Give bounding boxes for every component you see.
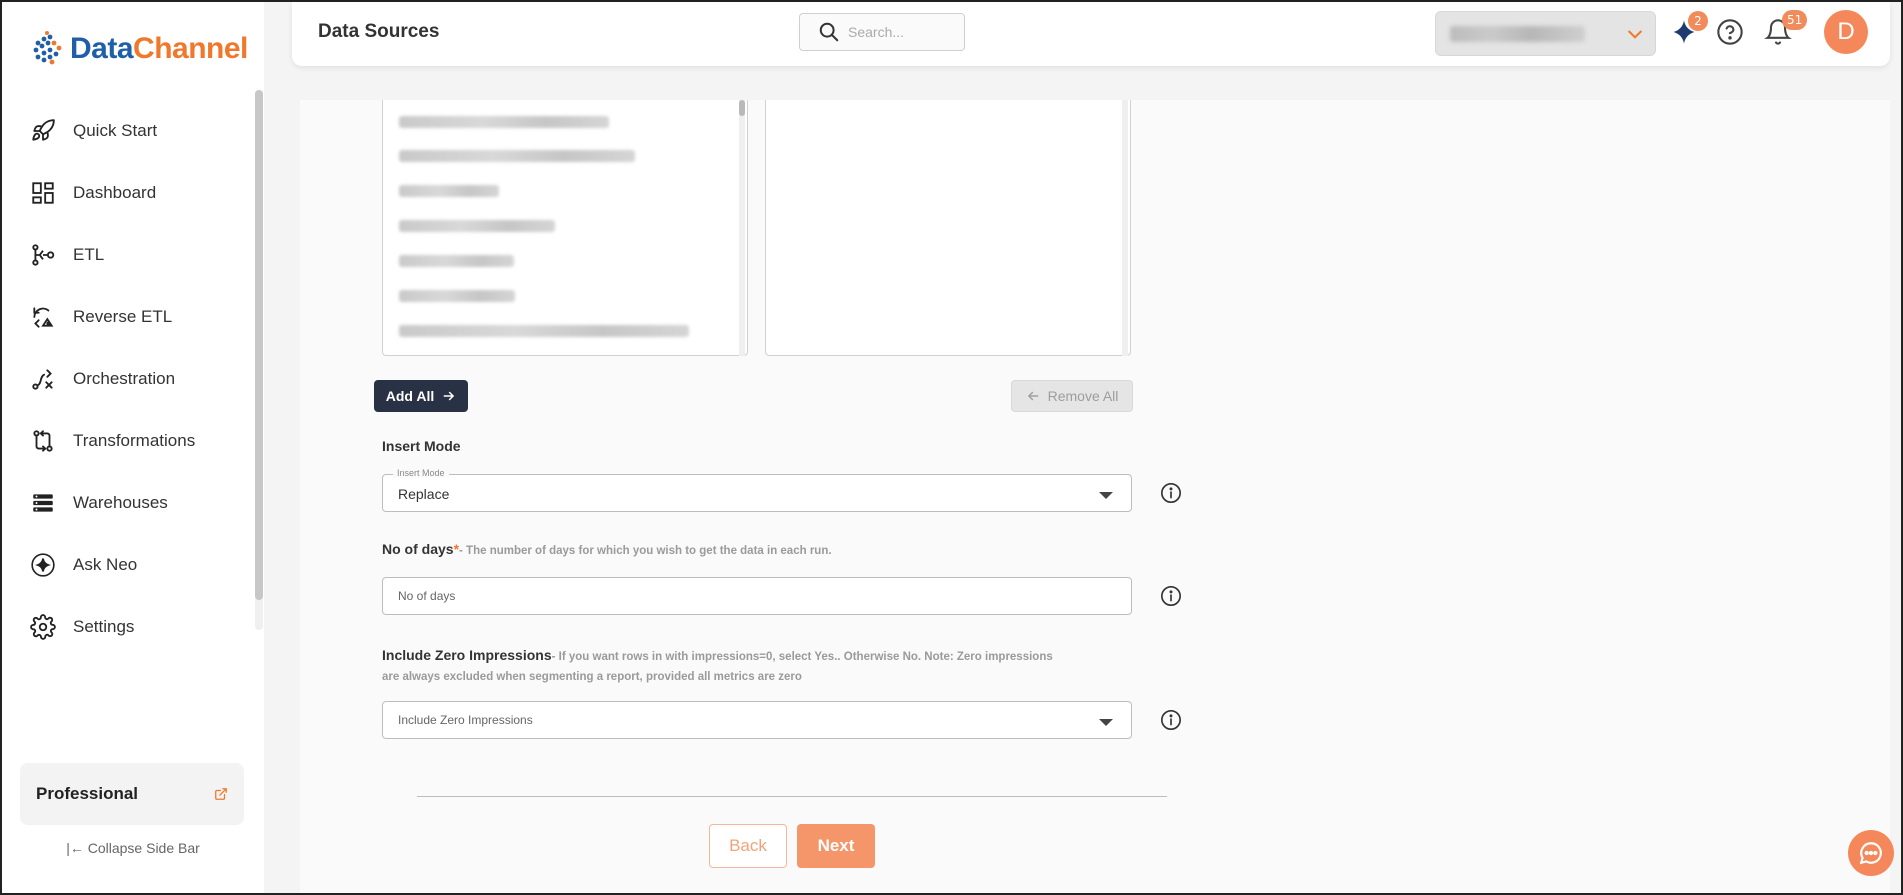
insert-mode-select[interactable]: Insert Mode Replace — [382, 468, 1132, 512]
list-item[interactable] — [399, 150, 635, 162]
sidebar-item-etl[interactable]: ETL — [2, 224, 254, 286]
search-box[interactable] — [799, 13, 965, 51]
dropdown-caret-icon — [1099, 492, 1113, 499]
reverse-etl-icon — [33, 307, 54, 328]
sidebar: DataChannel Quick Start Dashboard ETL Re… — [2, 2, 264, 893]
sidebar-item-settings[interactable]: Settings — [2, 596, 254, 658]
transformations-icon — [33, 430, 53, 452]
no-of-days-input[interactable]: No of days — [382, 577, 1132, 615]
main-content: Add All Remove All Insert Mode Insert Mo… — [300, 100, 1890, 893]
search-input[interactable] — [848, 24, 948, 40]
zero-impressions-placeholder: Include Zero Impressions — [398, 713, 533, 727]
list-scrollbar[interactable] — [1122, 100, 1128, 356]
logo-mark-icon — [33, 31, 62, 65]
insert-mode-value: Replace — [398, 486, 450, 502]
zero-impressions-heading: Include Zero Impressions- If you want ro… — [382, 646, 1102, 686]
list-item[interactable] — [399, 325, 689, 337]
logo-text-data: Data — [70, 32, 134, 65]
sidebar-item-dashboard[interactable]: Dashboard — [2, 162, 254, 224]
form-divider — [417, 796, 1167, 797]
page-title: Data Sources — [318, 21, 440, 42]
sidebar-scrollbar[interactable] — [255, 90, 263, 630]
sidebar-item-label: Orchestration — [73, 369, 176, 388]
insert-mode-heading: Insert Mode — [382, 438, 461, 454]
no-of-days-heading: No of days*- The number of days for whic… — [382, 541, 832, 557]
sidebar-item-label: Settings — [73, 617, 135, 636]
next-button[interactable]: Next — [797, 824, 875, 868]
no-of-days-hint: - The number of days for which you wish … — [459, 545, 832, 557]
ai-badge: 2 — [1688, 11, 1708, 31]
sparkle-icon — [31, 553, 55, 577]
collapse-sidebar-label: Collapse Side Bar — [87, 840, 200, 856]
sidebar-item-label: ETL — [73, 245, 105, 264]
orchestration-icon — [32, 369, 53, 390]
sidebar-item-label: Dashboard — [73, 183, 157, 202]
help-icon[interactable] — [1716, 18, 1744, 46]
logo-text: DataChannel — [70, 32, 248, 66]
info-icon[interactable] — [1160, 585, 1182, 607]
sidebar-item-label: Transformations — [73, 431, 196, 450]
add-all-button[interactable]: Add All — [374, 380, 468, 412]
chat-support-button[interactable] — [1848, 830, 1894, 876]
arrow-left-icon — [1027, 391, 1039, 401]
list-item[interactable] — [399, 220, 555, 232]
workspace-name-redacted — [1450, 25, 1585, 42]
info-icon[interactable] — [1160, 709, 1182, 731]
dashboard-icon — [32, 182, 54, 204]
plan-card[interactable]: Professional — [20, 763, 244, 825]
sidebar-item-quick-start[interactable]: Quick Start — [2, 100, 254, 162]
no-of-days-placeholder: No of days — [398, 589, 456, 603]
no-of-days-label: No of days — [382, 541, 454, 557]
list-scrollbar[interactable] — [739, 100, 745, 356]
sidebar-item-label: Quick Start — [73, 121, 158, 140]
add-all-label: Add All — [385, 388, 435, 404]
sidebar-item-ask-neo[interactable]: Ask Neo — [2, 534, 254, 596]
external-link-icon[interactable] — [214, 787, 228, 801]
sidebar-scrollbar-thumb[interactable] — [255, 90, 263, 600]
list-item[interactable] — [399, 116, 609, 128]
sidebar-item-label: Warehouses — [73, 493, 168, 512]
top-header: Data Sources 2 51 D — [292, 2, 1890, 66]
list-item[interactable] — [399, 185, 499, 197]
list-scrollbar-thumb[interactable] — [739, 100, 745, 116]
back-button[interactable]: Back — [709, 824, 787, 868]
zero-impressions-label: Include Zero Impressions — [382, 647, 552, 663]
selected-fields-list[interactable] — [765, 100, 1131, 356]
sidebar-item-label: Reverse ETL — [73, 307, 173, 326]
chat-bubble-icon — [1859, 842, 1882, 865]
chevron-down-icon — [1628, 30, 1642, 39]
sidebar-nav: Quick Start Dashboard ETL Reverse ETL Or… — [2, 100, 254, 658]
user-avatar[interactable]: D — [1824, 10, 1868, 54]
dropdown-caret-icon — [1099, 719, 1113, 726]
logo-text-channel: Channel — [133, 32, 248, 65]
etl-icon — [32, 244, 55, 266]
sidebar-item-reverse-etl[interactable]: Reverse ETL — [2, 286, 254, 348]
sidebar-item-label: Ask Neo — [73, 555, 138, 574]
rocket-icon — [32, 119, 55, 141]
list-item[interactable] — [399, 290, 515, 302]
datachannel-logo[interactable]: DataChannel — [30, 26, 248, 72]
remove-all-label: Remove All — [1047, 388, 1119, 404]
gear-icon — [30, 614, 56, 640]
info-icon[interactable] — [1160, 482, 1182, 504]
sidebar-item-orchestration[interactable]: Orchestration — [2, 348, 254, 410]
sidebar-item-warehouses[interactable]: Warehouses — [2, 472, 254, 534]
remove-all-button[interactable]: Remove All — [1011, 380, 1133, 412]
available-fields-list[interactable] — [382, 100, 748, 356]
list-item[interactable] — [399, 255, 514, 267]
insert-mode-floating-label: Insert Mode — [393, 468, 449, 478]
arrow-right-icon — [443, 391, 455, 401]
zero-impressions-hint-line1: - If you want rows in with impressions=0… — [551, 651, 1053, 663]
zero-impressions-hint-line2: are always excluded when segmenting a re… — [382, 671, 802, 683]
sidebar-item-transformations[interactable]: Transformations — [2, 410, 254, 472]
warehouses-icon — [33, 494, 53, 512]
collapse-left-icon: |← — [66, 840, 84, 856]
collapse-sidebar-button[interactable]: |← Collapse Side Bar — [2, 840, 264, 856]
zero-impressions-select[interactable]: Include Zero Impressions — [382, 701, 1132, 739]
search-icon — [819, 22, 839, 42]
plan-name: Professional — [36, 784, 139, 803]
notifications-badge: 51 — [1782, 10, 1808, 30]
workspace-selector[interactable] — [1435, 11, 1656, 56]
